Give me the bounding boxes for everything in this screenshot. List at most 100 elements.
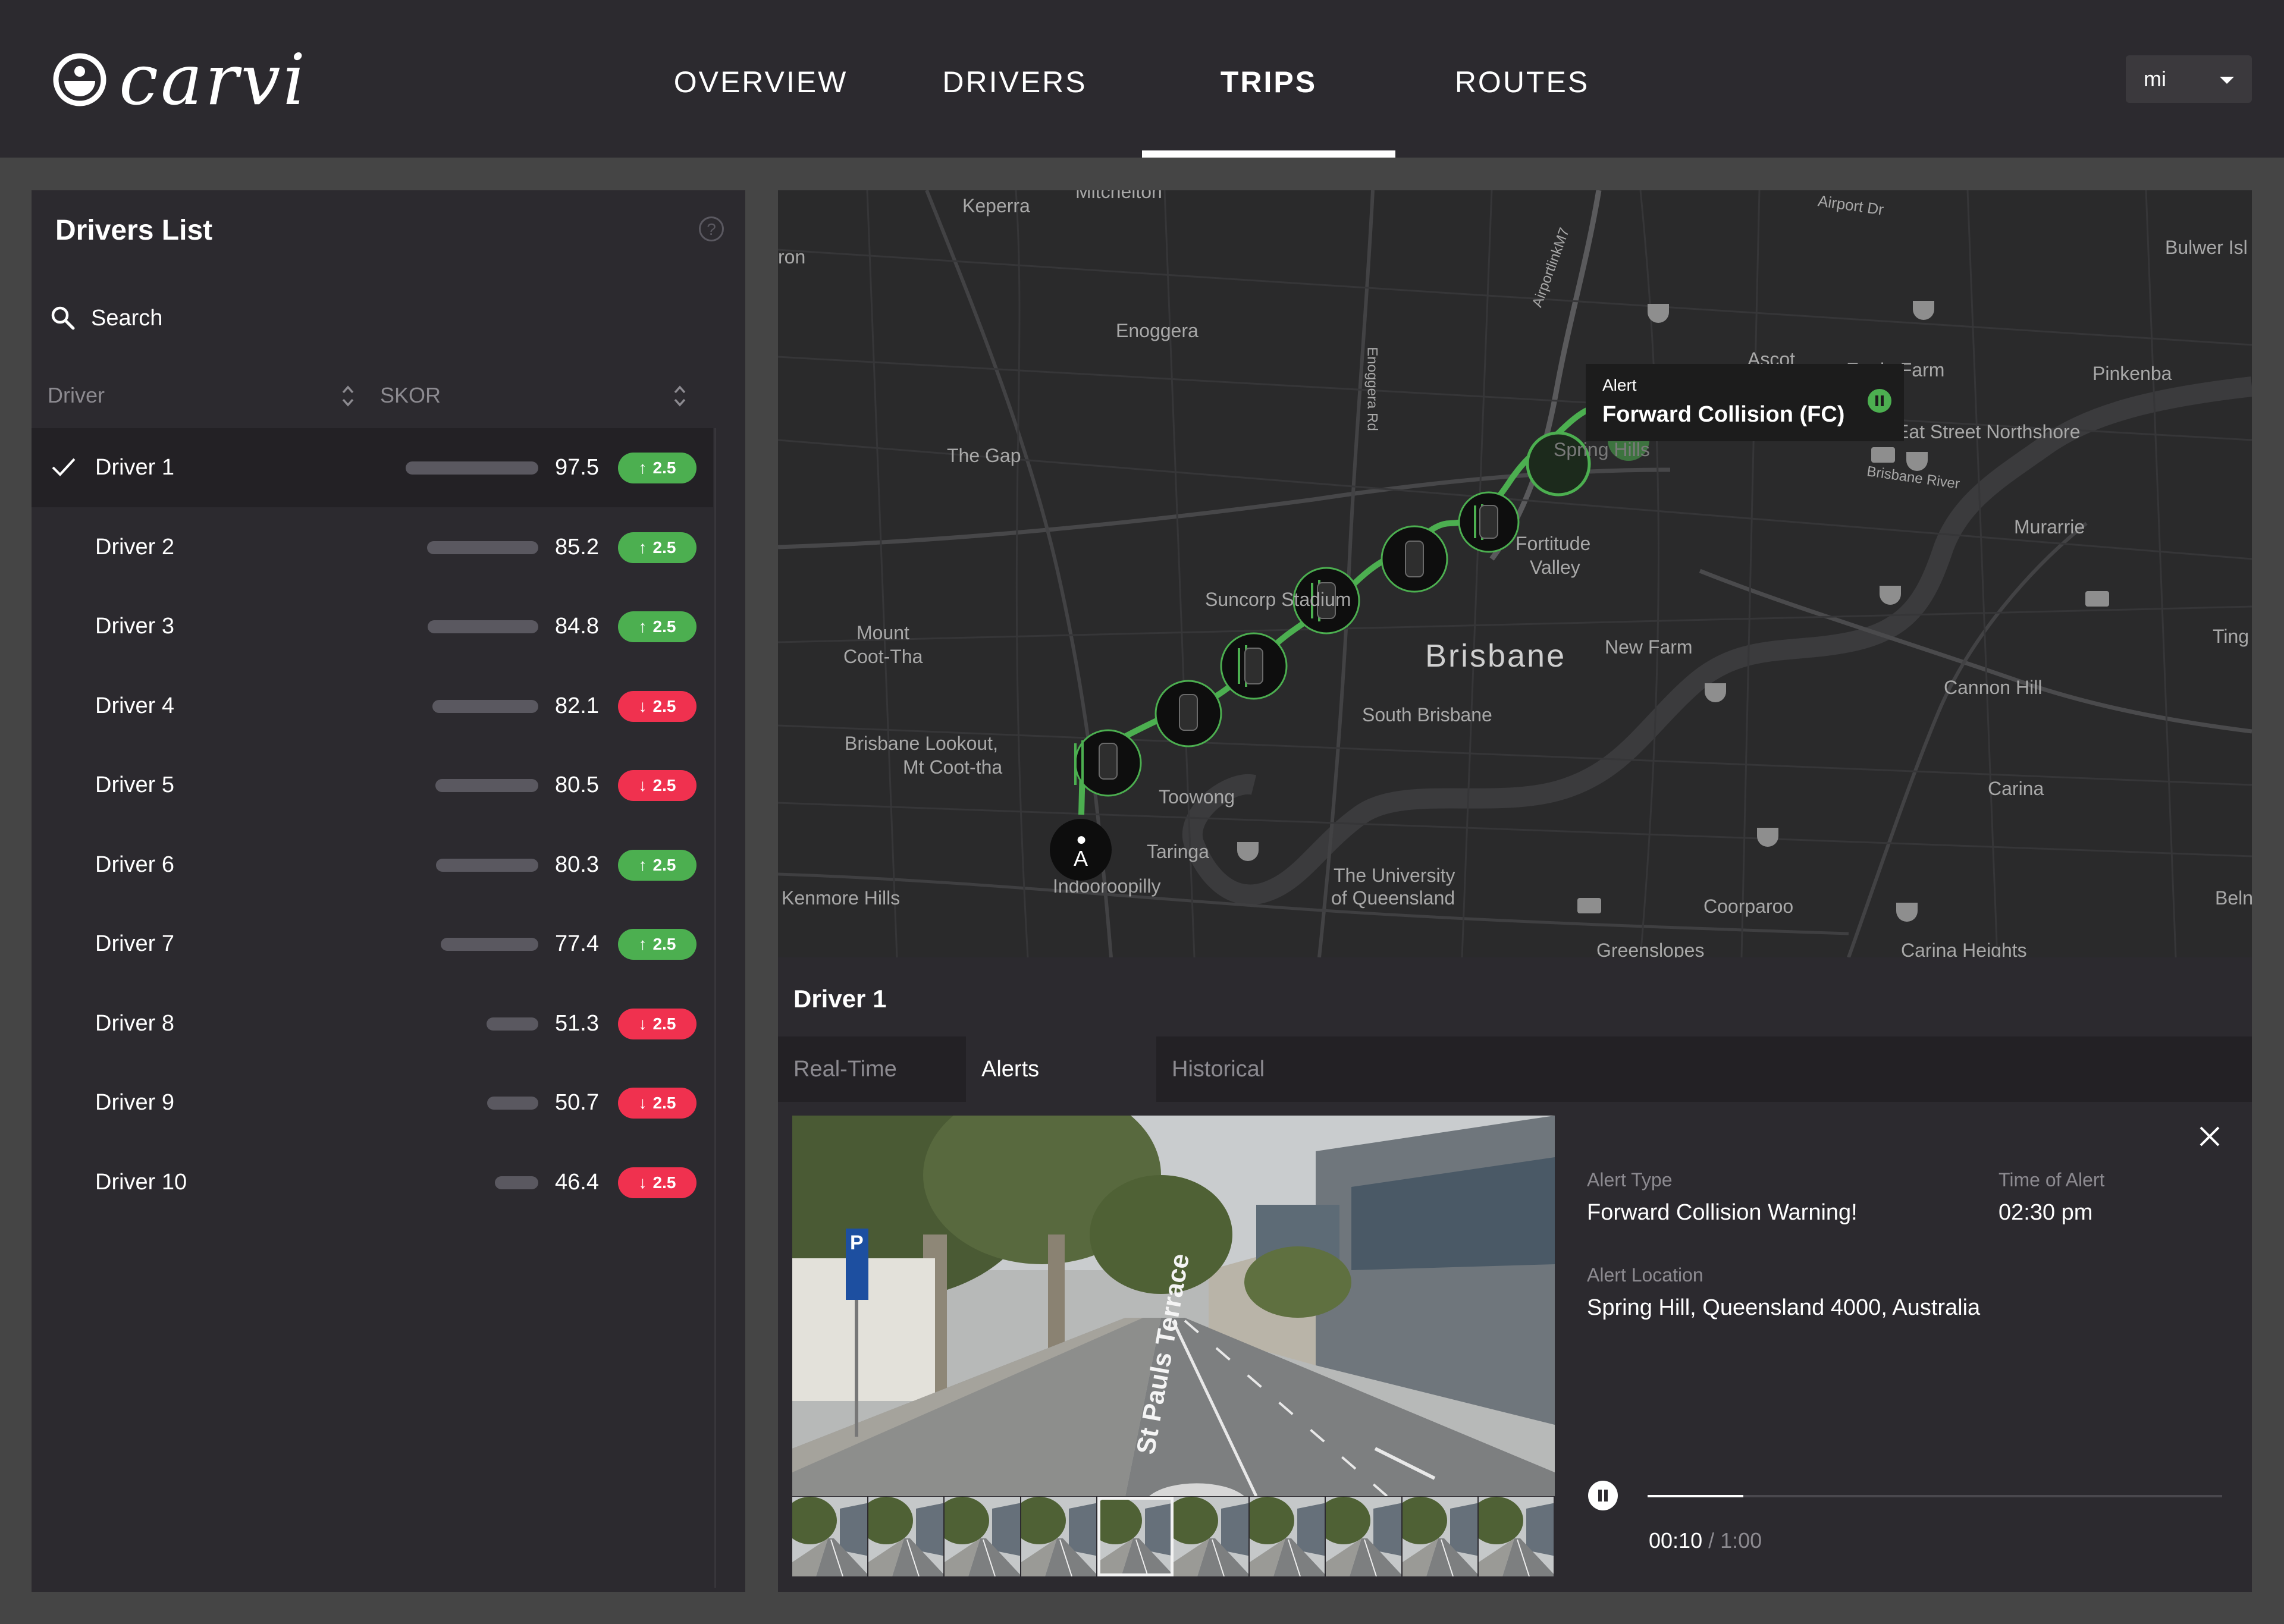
driver-score: 80.3 [555,852,599,877]
arrow-down-icon: ↓ [638,1094,647,1112]
driver-score: 46.4 [555,1169,599,1195]
video-thumbnail[interactable] [868,1497,945,1576]
tab-alerts[interactable]: Alerts [966,1036,1156,1102]
score-change-value: 2.5 [652,1014,676,1033]
pause-icon[interactable] [1868,389,1891,413]
driver-score: 80.5 [555,772,599,797]
driver-row[interactable]: Driver 4 82.1 ↓ 2.5 [32,667,713,746]
map-label: South Brisbane [1362,704,1492,725]
map-label: Murarrie [2014,516,2085,538]
video-thumbnail[interactable] [1402,1497,1479,1576]
help-icon[interactable]: ? [699,216,724,241]
driver-row[interactable]: Driver 8 51.3 ↓ 2.5 [32,984,713,1063]
driver-row[interactable]: Driver 2 85.2 ↑ 2.5 [32,508,713,587]
driver-row[interactable]: Driver 7 77.4 ↑ 2.5 [32,904,713,984]
video-thumbnail-strip [792,1497,1555,1576]
street-view-image: P St Pauls Terrace [792,1116,1555,1496]
driver-name: Driver 3 [95,614,175,639]
score-bar [406,461,538,475]
video-thumbnail[interactable] [1174,1497,1250,1576]
nav-trips[interactable]: TRIPS [1142,0,1395,158]
score-bar [487,1097,538,1110]
driver-name: Driver 2 [95,534,175,560]
arrow-down-icon: ↓ [638,696,647,715]
alert-location-value: Spring Hill, Queensland 4000, Australia [1587,1295,1981,1320]
map-label: Spring Hills [1554,439,1650,460]
top-navigation-bar: carvi OVERVIEW DRIVERS TRIPS ROUTES mi [0,0,2284,158]
close-icon[interactable] [2195,1122,2225,1151]
map-label: Coorparoo [1703,896,1794,917]
pause-button[interactable] [1588,1481,1618,1510]
video-thumbnail[interactable] [1250,1497,1326,1576]
map-label: Taringa [1147,841,1209,862]
arrow-down-icon: ↓ [638,776,647,794]
chevron-down-icon [2220,77,2234,84]
video-thumbnail[interactable] [1097,1497,1174,1576]
driver-score: 77.4 [555,931,599,956]
score-bar [487,1017,538,1031]
score-change-badge: ↑ 2.5 [618,929,697,960]
trip-map[interactable]: Keperra Mitchelton Airport Dr Bulwer Isl… [778,190,2252,957]
tab-real-time[interactable]: Real-Time [778,1036,966,1102]
driver-score: 85.2 [555,534,599,560]
map-label: Toowong [1159,786,1235,808]
map-label: Enoggera [1116,320,1199,341]
playback-progress-bar[interactable] [1648,1495,2222,1497]
map-label: The University [1334,865,1455,886]
distance-unit-select[interactable]: mi [2126,55,2252,103]
alert-video-frame[interactable]: P St Pauls Terrace [792,1116,1555,1496]
map-label-city: Brisbane [1425,638,1567,674]
alert-popup-title: Forward Collision (FC) [1602,402,1845,427]
driver-row[interactable]: Driver 9 50.7 ↓ 2.5 [32,1063,713,1142]
search-field[interactable]: Search [49,297,162,339]
video-thumbnail[interactable] [1326,1497,1403,1576]
arrow-up-icon: ↑ [638,935,647,953]
trip-start-marker[interactable]: ● A [1050,819,1112,881]
carvi-logo[interactable]: carvi [52,39,308,121]
nav-routes[interactable]: ROUTES [1395,0,1649,158]
map-label: Indooroopilly [1053,875,1161,897]
map-label: Carina Heights [1901,940,2027,957]
alert-type-label: Alert Type [1587,1169,1673,1190]
arrow-up-icon: ↑ [638,458,647,477]
score-change-badge: ↓ 2.5 [618,1088,697,1119]
map-label: Beln [2215,887,2252,909]
score-change-badge: ↓ 2.5 [618,1008,697,1039]
map-label: Fortitude [1516,533,1591,554]
score-bar [432,699,538,713]
score-bar [428,620,538,633]
sort-icon[interactable] [673,382,687,410]
driver-name: Driver 7 [95,931,175,956]
alert-popup[interactable]: Alert Forward Collision (FC) [1586,364,1904,441]
driver-row[interactable]: Driver 5 80.5 ↓ 2.5 [32,746,713,825]
video-thumbnail[interactable] [945,1497,1021,1576]
video-thumbnail[interactable] [1478,1497,1555,1576]
driver-row[interactable]: Driver 10 46.4 ↓ 2.5 [32,1143,713,1222]
score-bar [435,779,538,792]
arrow-up-icon: ↑ [638,538,647,557]
map-label: Brisbane Lookout, [845,733,998,754]
map-label: Kenmore Hills [782,887,901,909]
tab-historical[interactable]: Historical [1156,1036,1347,1102]
alert-location-label: Alert Location [1587,1264,1703,1286]
map-canvas [778,190,2252,957]
sort-icon[interactable] [341,382,355,410]
list-scrollbar[interactable] [714,428,743,1588]
nav-drivers[interactable]: DRIVERS [888,0,1141,158]
video-thumbnail[interactable] [792,1497,869,1576]
brand-name: carvi [119,39,308,121]
map-label: Pinkenba [2092,363,2172,384]
driver-row[interactable]: Driver 3 84.8 ↑ 2.5 [32,587,713,666]
nav-overview[interactable]: OVERVIEW [634,0,887,158]
map-label: Bulwer Isl [2165,237,2248,258]
checkmark-icon [52,458,76,476]
driver-name: Driver 10 [95,1169,187,1195]
score-change-value: 2.5 [652,696,676,715]
column-header-score[interactable]: SKOR [380,381,441,410]
driver-row[interactable]: Driver 1 97.5 ↑ 2.5 [32,428,713,507]
map-label: Cannon Hill [1944,677,2043,698]
driver-row[interactable]: Driver 6 80.3 ↑ 2.5 [32,825,713,904]
video-thumbnail[interactable] [1021,1497,1097,1576]
score-change-value: 2.5 [652,935,676,953]
column-header-driver[interactable]: Driver [48,381,105,410]
